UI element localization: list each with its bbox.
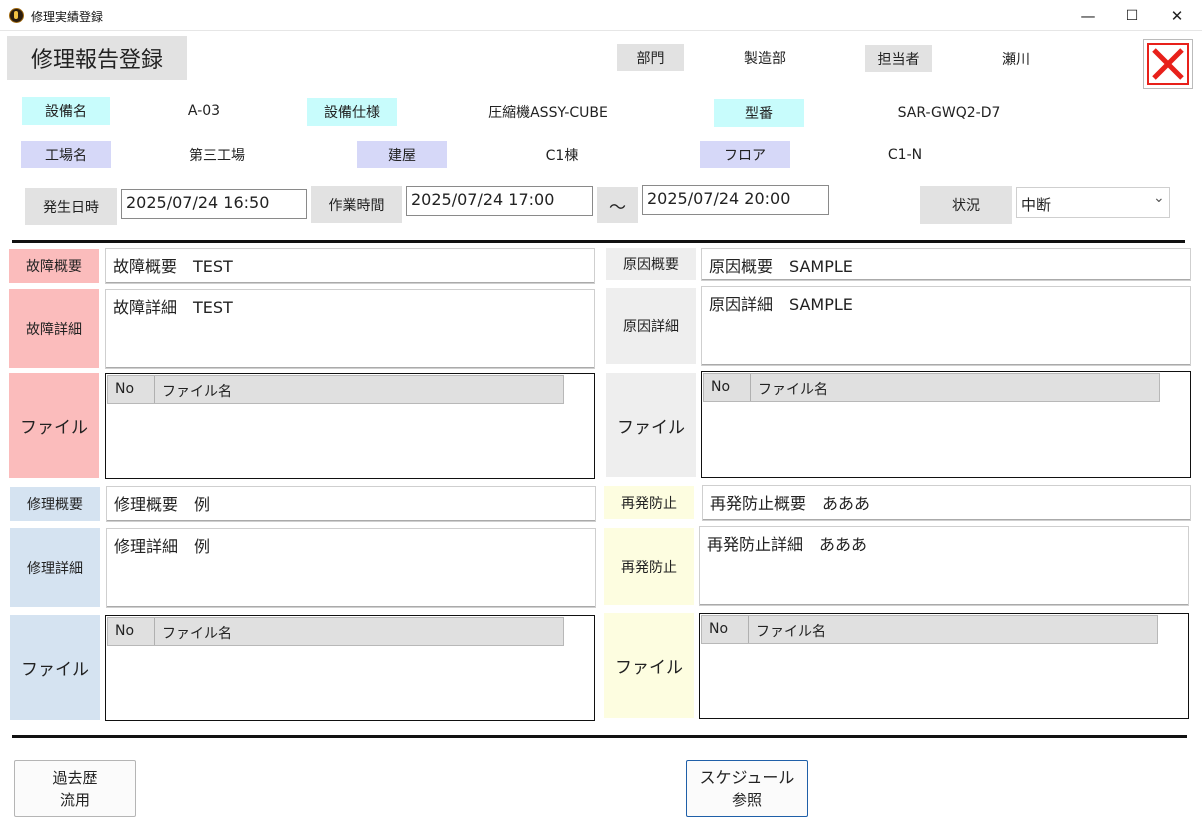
range-separator: ～ <box>597 187 638 223</box>
equipment-name-label: 設備名 <box>22 97 110 125</box>
factory-value: 第三工場 <box>189 147 245 164</box>
cause-detail-field[interactable]: 原因詳細 SAMPLE <box>701 286 1191 366</box>
occurrence-datetime-input[interactable]: 2025/07/24 16:50 <box>121 189 307 219</box>
history-reuse-line2: 流用 <box>59 790 90 809</box>
grid-col-filename[interactable]: ファイル名 <box>749 616 826 643</box>
grid-col-filename[interactable]: ファイル名 <box>155 376 232 403</box>
failure-summary-field[interactable]: 故障概要 TEST <box>105 248 595 284</box>
repair-detail-field[interactable]: 修理詳細 例 <box>106 528 596 608</box>
failure-file-label: ファイル <box>9 373 99 478</box>
status-select[interactable]: 中断 ⌄ <box>1016 187 1170 218</box>
top-divider <box>12 240 1185 243</box>
grid-header: No ファイル名 <box>107 617 564 646</box>
prevention-file-label: ファイル <box>604 613 694 718</box>
grid-col-no[interactable]: No <box>704 374 751 401</box>
schedule-reference-line2: 参照 <box>731 790 762 809</box>
work-start-input[interactable]: 2025/07/24 17:00 <box>406 186 593 216</box>
failure-detail-field[interactable]: 故障詳細 TEST <box>105 289 595 369</box>
repair-file-grid[interactable]: No ファイル名 <box>105 615 595 721</box>
equipment-spec-value: 圧縮機ASSY-CUBE <box>488 105 608 121</box>
close-icon <box>1147 43 1189 85</box>
dept-label: 部門 <box>617 44 684 71</box>
page-title: 修理報告登録 <box>7 36 187 80</box>
building-value: C1棟 <box>545 147 579 164</box>
status-label: 状況 <box>920 186 1012 224</box>
window-titlebar <box>0 0 1202 31</box>
grid-col-no[interactable]: No <box>108 618 155 645</box>
grid-header: No ファイル名 <box>107 375 564 404</box>
repair-summary-label: 修理概要 <box>10 487 100 521</box>
grid-header: No ファイル名 <box>703 373 1160 402</box>
schedule-reference-button[interactable]: スケジュール 参照 <box>686 760 808 817</box>
occurrence-label: 発生日時 <box>25 188 117 225</box>
floor-label: フロア <box>700 141 790 168</box>
model-value: SAR-GWQ2-D7 <box>897 105 1001 121</box>
prevention-file-grid[interactable]: No ファイル名 <box>699 613 1189 719</box>
equipment-name-value: A-03 <box>187 103 221 119</box>
schedule-reference-line1: スケジュール <box>699 767 795 787</box>
prevention-detail-field[interactable]: 再発防止詳細 あああ <box>699 526 1189 606</box>
equipment-spec-label: 設備仕様 <box>307 98 397 126</box>
app-icon <box>9 8 24 23</box>
work-time-label: 作業時間 <box>311 186 402 223</box>
window-title: 修理実績登録 <box>31 10 104 24</box>
repair-file-label: ファイル <box>10 615 100 720</box>
close-form-button[interactable] <box>1143 39 1193 89</box>
floor-value: C1-N <box>887 146 923 163</box>
grid-col-filename[interactable]: ファイル名 <box>155 618 232 645</box>
building-label: 建屋 <box>357 141 447 168</box>
person-label: 担当者 <box>865 45 932 72</box>
failure-file-grid[interactable]: No ファイル名 <box>105 373 595 479</box>
repair-detail-label: 修理詳細 <box>10 528 100 607</box>
grid-col-no[interactable]: No <box>108 376 155 403</box>
failure-detail-label: 故障詳細 <box>9 289 99 368</box>
status-selected-value: 中断 <box>1021 196 1052 214</box>
cause-file-grid[interactable]: No ファイル名 <box>701 371 1191 478</box>
grid-col-no[interactable]: No <box>702 616 749 643</box>
window-close-button[interactable]: ✕ <box>1155 0 1199 31</box>
person-value: 瀬川 <box>1002 51 1030 68</box>
failure-summary-label: 故障概要 <box>9 249 99 283</box>
work-end-input[interactable]: 2025/07/24 20:00 <box>642 185 829 215</box>
history-reuse-line1: 過去歴 <box>52 768 98 787</box>
dept-value: 製造部 <box>744 50 786 67</box>
repair-summary-field[interactable]: 修理概要 例 <box>106 486 596 522</box>
cause-summary-label: 原因概要 <box>606 248 696 280</box>
chevron-down-icon: ⌄ <box>1153 190 1165 206</box>
cause-file-label: ファイル <box>606 373 696 477</box>
history-reuse-button[interactable]: 過去歴 流用 <box>14 760 136 817</box>
maximize-button[interactable]: ☐ <box>1110 0 1154 31</box>
prevention-detail-label: 再発防止 <box>604 528 694 605</box>
factory-label: 工場名 <box>21 141 111 168</box>
prevention-summary-field[interactable]: 再発防止概要 あああ <box>702 485 1191 521</box>
cause-summary-field[interactable]: 原因概要 SAMPLE <box>701 248 1191 281</box>
minimize-button[interactable]: — <box>1066 0 1110 31</box>
bottom-divider <box>12 735 1187 738</box>
cause-detail-label: 原因詳細 <box>606 288 696 364</box>
grid-col-filename[interactable]: ファイル名 <box>751 374 828 401</box>
prevention-summary-label: 再発防止 <box>604 486 694 519</box>
model-label: 型番 <box>714 99 804 127</box>
grid-header: No ファイル名 <box>701 615 1158 644</box>
